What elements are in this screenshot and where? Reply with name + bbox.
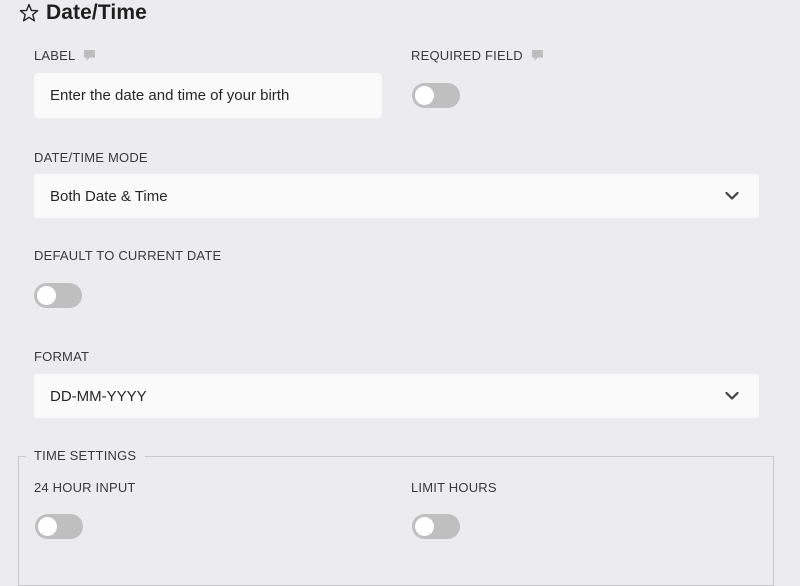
- hour24-input-label-text: 24 HOUR INPUT: [34, 480, 136, 495]
- toggle-knob: [415, 517, 434, 536]
- datetime-mode-label: DATE/TIME MODE: [34, 150, 148, 165]
- toggle-knob: [37, 286, 56, 305]
- time-settings-legend: TIME SETTINGS: [26, 448, 146, 463]
- default-current-date-toggle[interactable]: [34, 283, 82, 308]
- label-input[interactable]: Enter the date and time of your birth: [34, 73, 382, 118]
- toggle-knob: [38, 517, 57, 536]
- hour24-input-toggle[interactable]: [35, 514, 83, 539]
- toggle-knob: [415, 86, 434, 105]
- comment-icon[interactable]: [84, 49, 96, 62]
- format-value: DD-MM-YYYY: [50, 387, 147, 405]
- required-field-label: REQUIRED FIELD: [411, 48, 543, 63]
- datetime-mode-value: Both Date & Time: [50, 187, 168, 205]
- limit-hours-label-text: LIMIT HOURS: [411, 480, 497, 495]
- format-label-text: FORMAT: [34, 349, 90, 364]
- limit-hours-label: LIMIT HOURS: [411, 480, 497, 495]
- time-settings-fieldset: [18, 456, 774, 586]
- format-label: FORMAT: [34, 349, 89, 364]
- panel-title-text: Date/Time: [46, 1, 147, 24]
- datetime-mode-label-text: DATE/TIME MODE: [34, 150, 148, 165]
- default-current-date-label-text: DEFAULT TO CURRENT DATE: [34, 248, 222, 263]
- comment-icon[interactable]: [531, 49, 543, 62]
- default-current-date-label: DEFAULT TO CURRENT DATE: [34, 248, 221, 263]
- format-select[interactable]: DD-MM-YYYY: [34, 374, 759, 418]
- star-outline-icon[interactable]: [18, 2, 40, 24]
- label-field-label: LABEL: [34, 48, 96, 63]
- required-field-toggle[interactable]: [412, 83, 460, 108]
- chevron-down-icon: [725, 391, 739, 400]
- chevron-down-icon: [725, 191, 739, 200]
- required-field-label-text: REQUIRED FIELD: [411, 48, 523, 63]
- label-field-label-text: LABEL: [34, 48, 76, 63]
- hour24-input-label: 24 HOUR INPUT: [34, 480, 136, 495]
- datetime-mode-select[interactable]: Both Date & Time: [34, 174, 759, 218]
- limit-hours-toggle[interactable]: [412, 514, 460, 539]
- panel-title: Date/Time: [18, 0, 147, 26]
